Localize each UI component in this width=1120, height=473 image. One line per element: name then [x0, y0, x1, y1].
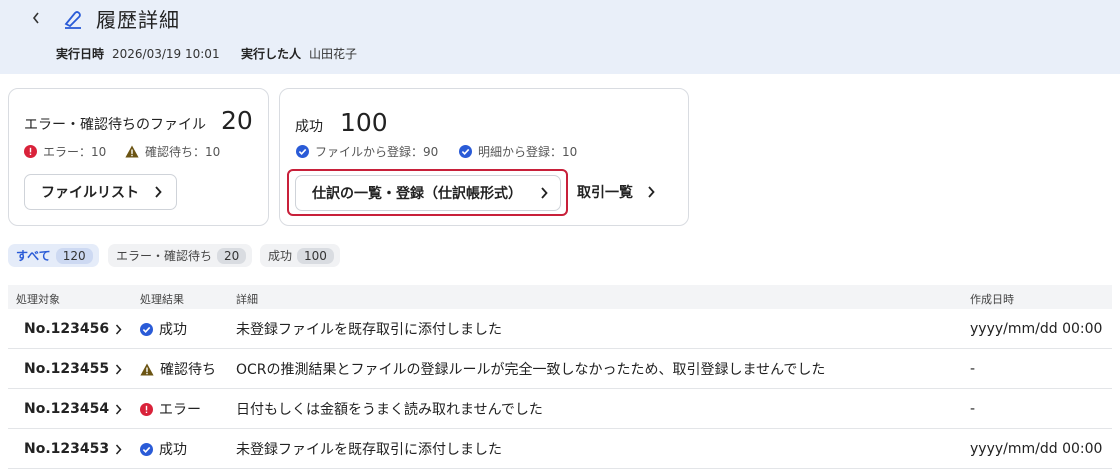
success-card-label: 成功 [295, 119, 323, 135]
error-circle-icon [24, 145, 37, 158]
executed-at-label: 実行日時 [56, 47, 105, 61]
filter-label: すべて [16, 249, 51, 263]
row-created: - [970, 361, 976, 377]
journal-list-button-label: 仕訳の一覧・登録（仕訳帳形式） [312, 186, 522, 202]
row-status: エラー [140, 398, 201, 420]
filter-all[interactable]: すべて 120 [8, 244, 99, 267]
row-target-link[interactable]: No.123454 [24, 398, 122, 420]
warning-triangle-icon [125, 145, 139, 158]
row-target-link[interactable]: No.123453 [24, 438, 122, 460]
column-header-detail: 詳細 [236, 293, 258, 306]
chevron-right-icon [116, 324, 122, 334]
error-circle-icon [140, 402, 153, 416]
check-circle-icon [296, 145, 309, 158]
chevron-right-icon [116, 364, 122, 374]
chevron-right-icon [116, 404, 122, 414]
executor-label: 実行した人 [241, 47, 302, 61]
executed-at: 実行日時 2026/03/19 10:01 [56, 45, 220, 62]
warning-triangle-icon [140, 363, 154, 375]
from-file-text: ファイルから登録：90 [315, 145, 439, 159]
history-edit-icon [64, 11, 81, 29]
row-detail: 日付もしくは金額をうまく読み取れませんでした [236, 402, 543, 418]
row-target-text: No.123456 [24, 321, 110, 337]
error-count: エラー：10 [24, 143, 106, 160]
row-status-text: 確認待ち [160, 362, 216, 378]
column-header-result: 処理結果 [140, 293, 184, 306]
row-status: 成功 [140, 438, 187, 460]
error-count-text: エラー：10 [43, 145, 107, 159]
row-created: yyyy/mm/dd 00:00 [970, 441, 1103, 457]
from-detail-text: 明細から登録：10 [478, 145, 578, 159]
column-header-target: 処理対象 [16, 293, 60, 306]
row-target-text: No.123455 [24, 361, 110, 377]
journal-list-button[interactable]: 仕訳の一覧・登録（仕訳帳形式） [295, 175, 561, 211]
filter-label: エラー・確認待ち [116, 249, 213, 263]
column-header-created: 作成日時 [970, 293, 1014, 306]
executed-at-value: 2026/03/19 10:01 [112, 47, 220, 61]
error-card-label: エラー・確認待ちのファイル [24, 117, 206, 133]
filter-count: 120 [55, 247, 93, 264]
transactions-link-label: 取引一覧 [577, 185, 633, 201]
executor-value: 山田花子 [309, 47, 358, 61]
row-detail: 未登録ファイルを既存取引に添付しました [236, 322, 502, 338]
filter-count: 20 [217, 247, 247, 264]
chevron-right-icon [155, 186, 162, 198]
row-created: - [970, 401, 976, 417]
from-detail-count: 明細から登録：10 [459, 143, 577, 160]
transactions-link[interactable]: 取引一覧 [577, 182, 655, 202]
page-title: 履歴詳細 [96, 8, 180, 32]
check-circle-icon [140, 322, 153, 336]
row-status-text: 成功 [159, 442, 187, 458]
success-card-count: 100 [340, 108, 388, 137]
row-status: 成功 [140, 318, 187, 340]
row-detail: OCRの推測結果とファイルの登録ルールが完全一致しなかったため、取引登録しません… [236, 362, 826, 378]
file-list-button[interactable]: ファイルリスト [24, 174, 177, 210]
filter-count: 100 [297, 247, 334, 264]
row-target-text: No.123453 [24, 441, 110, 457]
chevron-right-icon [541, 187, 548, 199]
filter-error-pending[interactable]: エラー・確認待ち 20 [108, 244, 253, 267]
row-status-text: 成功 [159, 322, 187, 338]
row-status-text: エラー [159, 402, 201, 418]
check-circle-icon [459, 145, 472, 158]
from-file-count: ファイルから登録：90 [296, 143, 438, 160]
row-created: yyyy/mm/dd 00:00 [970, 321, 1103, 337]
filter-label: 成功 [268, 249, 293, 263]
chevron-left-icon [32, 12, 39, 24]
row-target-link[interactable]: No.123455 [24, 358, 122, 380]
pending-count: 確認待ち：10 [125, 143, 220, 160]
filter-success[interactable]: 成功 100 [260, 244, 340, 267]
row-detail: 未登録ファイルを既存取引に添付しました [236, 442, 502, 458]
pending-count-text: 確認待ち：10 [145, 145, 221, 159]
chevron-right-icon [116, 444, 122, 454]
row-status: 確認待ち [140, 358, 216, 380]
row-target-link[interactable]: No.123456 [24, 318, 122, 340]
executor: 実行した人 山田花子 [241, 45, 357, 62]
page-header: 履歴詳細 実行日時 2026/03/19 10:01 実行した人 山田花子 [0, 0, 1120, 74]
check-circle-icon [140, 442, 153, 456]
chevron-right-icon [648, 186, 655, 198]
file-list-button-label: ファイルリスト [41, 185, 139, 201]
back-button[interactable] [26, 8, 46, 28]
error-card-count: 20 [221, 106, 253, 135]
row-target-text: No.123454 [24, 401, 110, 417]
